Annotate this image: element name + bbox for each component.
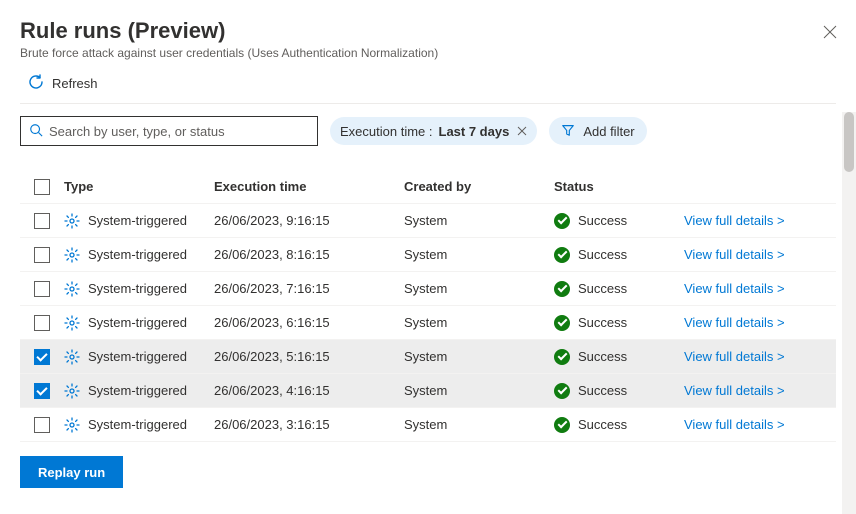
gear-icon [64, 349, 80, 365]
success-icon [554, 281, 570, 297]
filter-execution-time[interactable]: Execution time : Last 7 days [330, 117, 537, 145]
type-label: System-triggered [88, 383, 187, 398]
created-by-cell: System [404, 349, 554, 364]
gear-icon [64, 213, 80, 229]
gear-icon [64, 247, 80, 263]
view-details-link[interactable]: View full details > [684, 315, 836, 330]
table-header: Type Execution time Created by Status [20, 170, 836, 204]
created-by-cell: System [404, 417, 554, 432]
table-row[interactable]: System-triggered 26/06/2023, 3:16:15Syste… [20, 408, 836, 442]
filter-label: Execution time : [340, 124, 433, 139]
execution-time-cell: 26/06/2023, 9:16:15 [214, 213, 404, 228]
gear-icon [64, 315, 80, 331]
add-filter-label: Add filter [583, 124, 634, 139]
type-label: System-triggered [88, 247, 187, 262]
table-row[interactable]: System-triggered 26/06/2023, 6:16:15Syste… [20, 306, 836, 340]
filter-remove-button[interactable] [517, 124, 527, 139]
scrollbar-thumb[interactable] [844, 112, 854, 172]
view-details-link[interactable]: View full details > [684, 349, 836, 364]
column-created-by[interactable]: Created by [404, 179, 554, 194]
table-row[interactable]: System-triggered 26/06/2023, 9:16:15Syste… [20, 204, 836, 238]
row-checkbox[interactable] [34, 213, 50, 229]
column-type[interactable]: Type [64, 179, 214, 194]
row-checkbox[interactable] [34, 383, 50, 399]
table-row[interactable]: System-triggered 26/06/2023, 5:16:15Syste… [20, 340, 836, 374]
table-row[interactable]: System-triggered 26/06/2023, 7:16:15Syste… [20, 272, 836, 306]
status-label: Success [578, 349, 627, 364]
table-row[interactable]: System-triggered 26/06/2023, 8:16:15Syste… [20, 238, 836, 272]
status-label: Success [578, 315, 627, 330]
gear-icon [64, 383, 80, 399]
success-icon [554, 349, 570, 365]
column-status[interactable]: Status [554, 179, 684, 194]
success-icon [554, 247, 570, 263]
select-all-checkbox[interactable] [34, 179, 50, 195]
view-details-link[interactable]: View full details > [684, 417, 836, 432]
gear-icon [64, 281, 80, 297]
execution-time-cell: 26/06/2023, 6:16:15 [214, 315, 404, 330]
type-label: System-triggered [88, 349, 187, 364]
type-label: System-triggered [88, 213, 187, 228]
created-by-cell: System [404, 213, 554, 228]
column-execution-time[interactable]: Execution time [214, 179, 404, 194]
scrollbar-track[interactable] [842, 112, 856, 514]
view-details-link[interactable]: View full details > [684, 213, 836, 228]
table-row[interactable]: System-triggered 26/06/2023, 4:16:15Syste… [20, 374, 836, 408]
search-icon [29, 123, 43, 140]
close-icon [822, 24, 838, 40]
status-label: Success [578, 417, 627, 432]
execution-time-cell: 26/06/2023, 8:16:15 [214, 247, 404, 262]
success-icon [554, 417, 570, 433]
row-checkbox[interactable] [34, 247, 50, 263]
search-input[interactable] [43, 124, 309, 139]
status-label: Success [578, 247, 627, 262]
filter-value: Last 7 days [439, 124, 510, 139]
type-label: System-triggered [88, 315, 187, 330]
status-label: Success [578, 213, 627, 228]
add-filter-button[interactable]: Add filter [549, 117, 646, 145]
created-by-cell: System [404, 281, 554, 296]
row-checkbox[interactable] [34, 417, 50, 433]
row-checkbox[interactable] [34, 315, 50, 331]
refresh-label: Refresh [52, 76, 98, 91]
refresh-icon [28, 74, 44, 93]
type-label: System-triggered [88, 281, 187, 296]
created-by-cell: System [404, 315, 554, 330]
status-label: Success [578, 281, 627, 296]
replay-run-button[interactable]: Replay run [20, 456, 123, 488]
created-by-cell: System [404, 383, 554, 398]
page-subtitle: Brute force attack against user credenti… [20, 46, 836, 60]
search-box[interactable] [20, 116, 318, 146]
created-by-cell: System [404, 247, 554, 262]
view-details-link[interactable]: View full details > [684, 247, 836, 262]
row-checkbox[interactable] [34, 281, 50, 297]
execution-time-cell: 26/06/2023, 5:16:15 [214, 349, 404, 364]
execution-time-cell: 26/06/2023, 3:16:15 [214, 417, 404, 432]
success-icon [554, 383, 570, 399]
view-details-link[interactable]: View full details > [684, 383, 836, 398]
execution-time-cell: 26/06/2023, 4:16:15 [214, 383, 404, 398]
success-icon [554, 213, 570, 229]
success-icon [554, 315, 570, 331]
refresh-button[interactable]: Refresh [20, 74, 98, 93]
execution-time-cell: 26/06/2023, 7:16:15 [214, 281, 404, 296]
type-label: System-triggered [88, 417, 187, 432]
funnel-icon [561, 123, 575, 140]
close-button[interactable] [822, 24, 838, 43]
status-label: Success [578, 383, 627, 398]
view-details-link[interactable]: View full details > [684, 281, 836, 296]
page-title: Rule runs (Preview) [20, 18, 836, 44]
row-checkbox[interactable] [34, 349, 50, 365]
gear-icon [64, 417, 80, 433]
close-icon [517, 126, 527, 136]
